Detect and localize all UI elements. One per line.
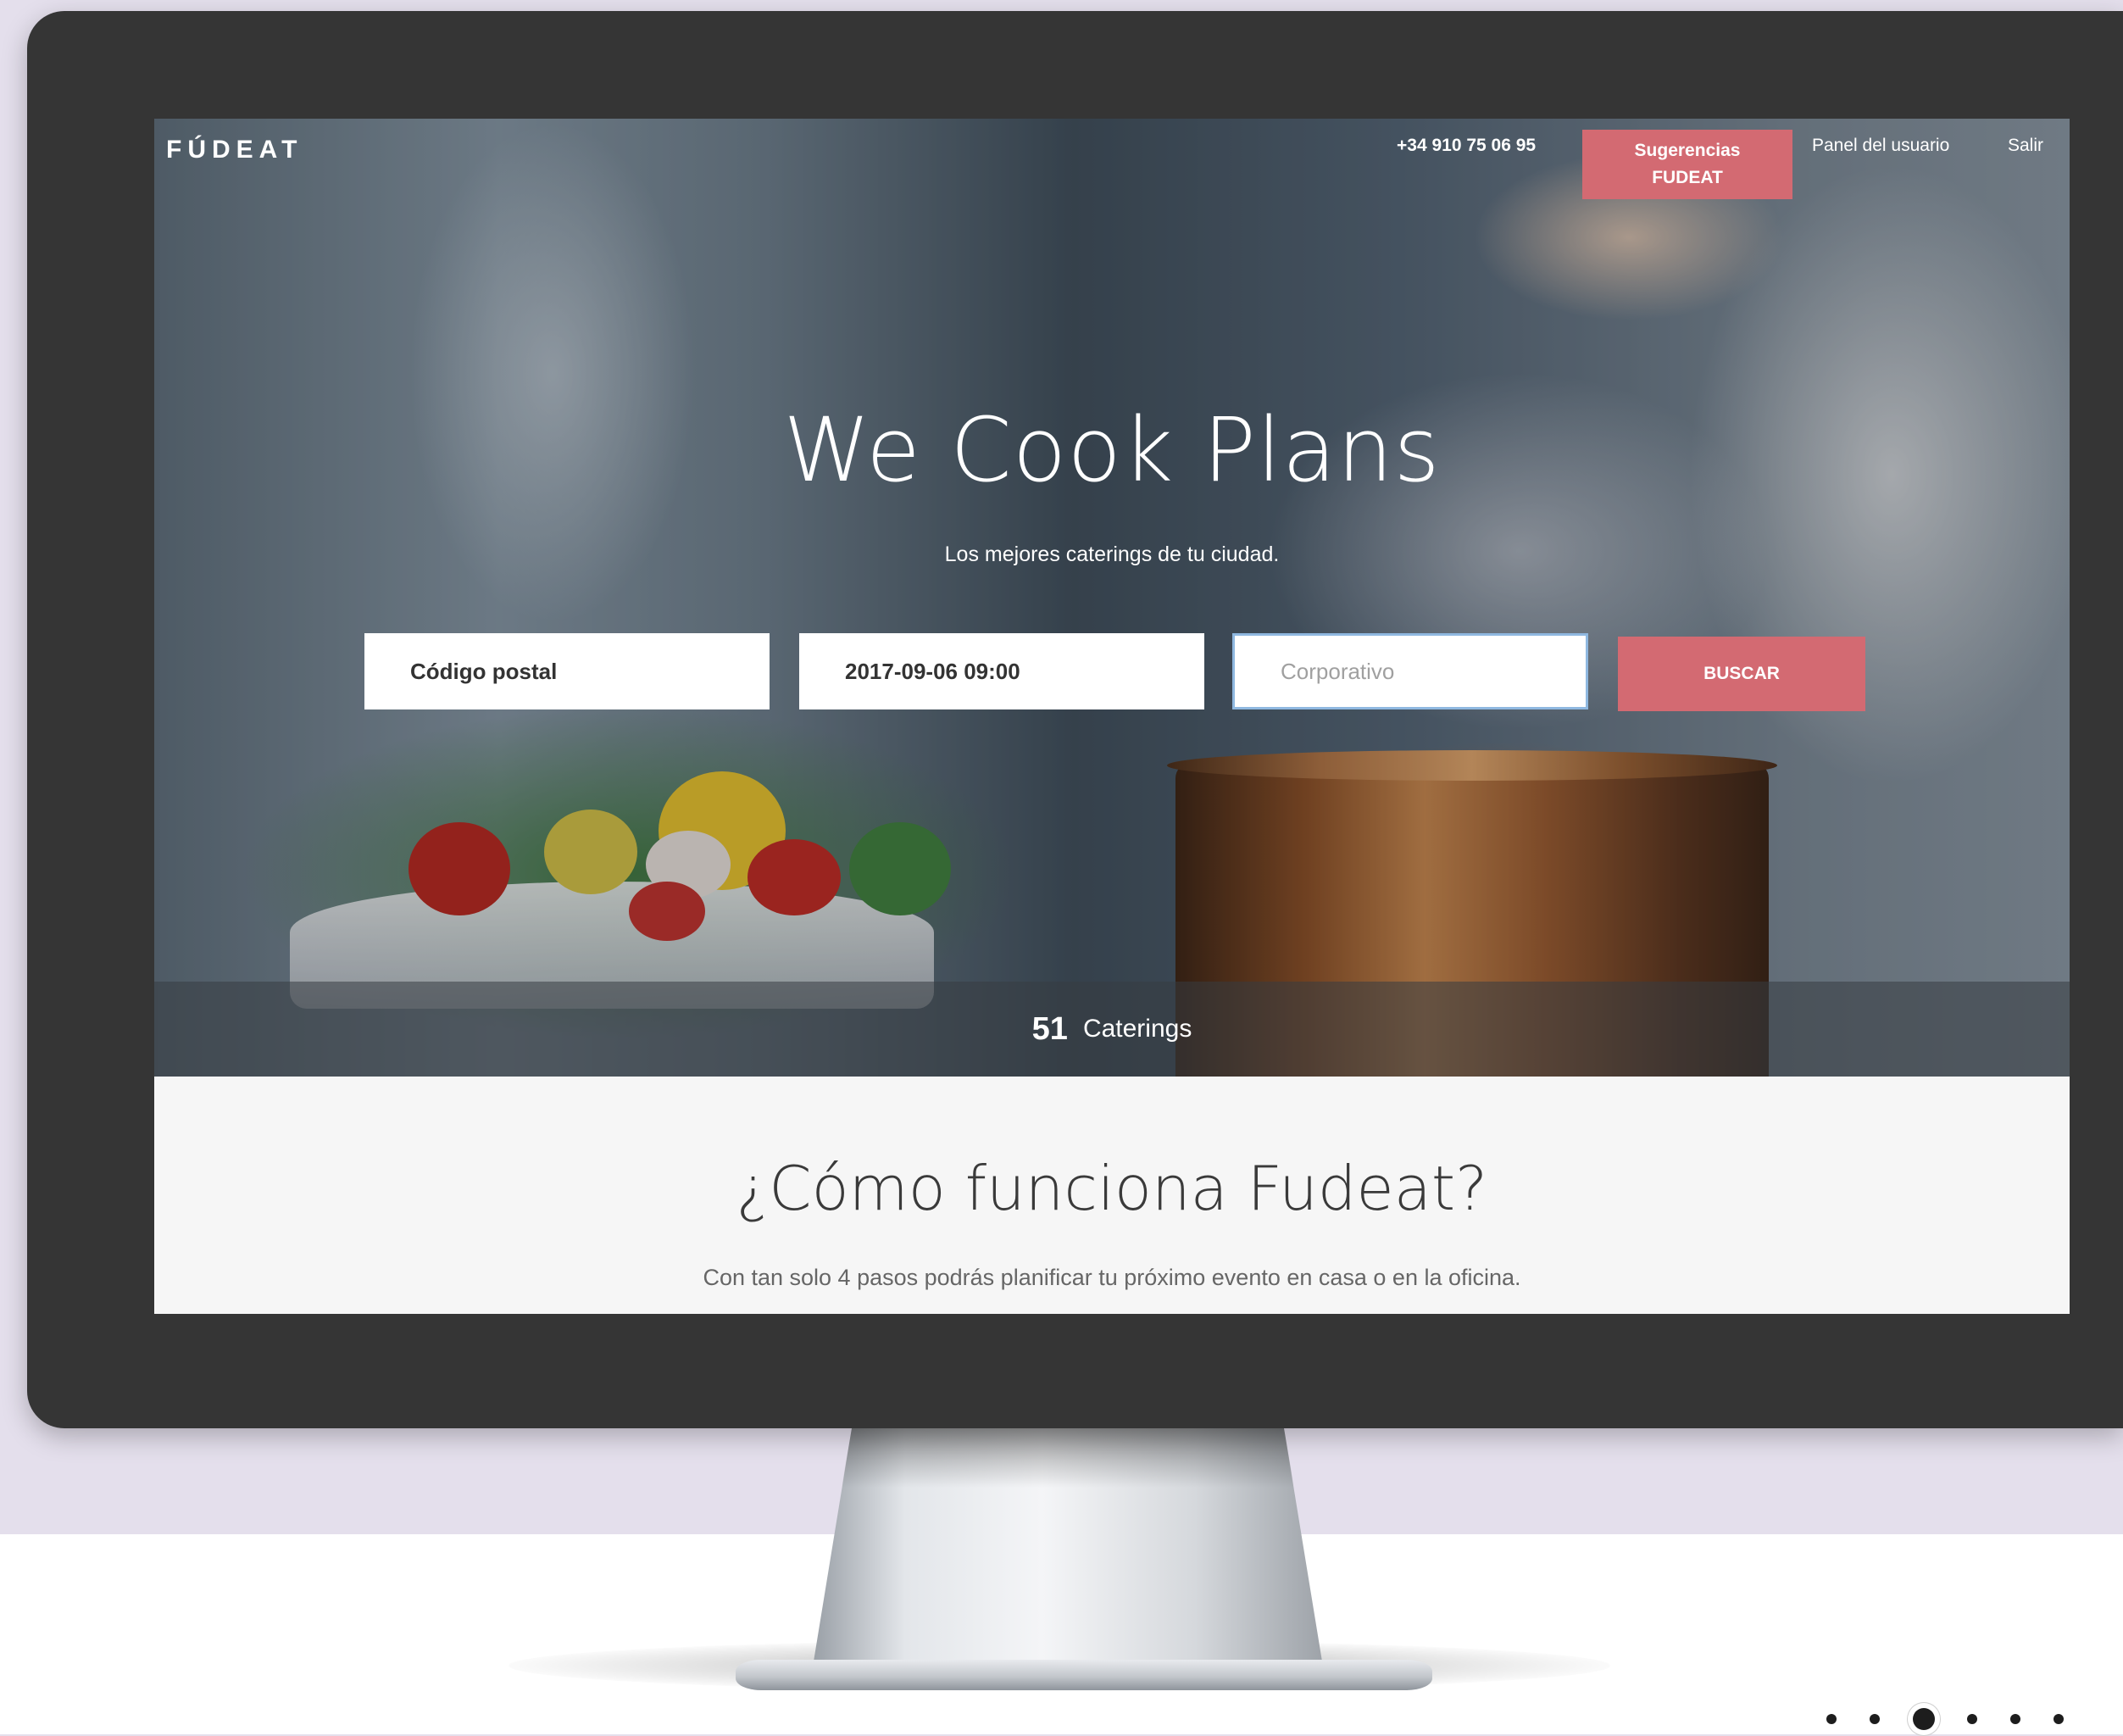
monitor-stand-base <box>736 1660 1432 1690</box>
search-button[interactable]: BUSCAR <box>1618 637 1865 711</box>
carousel-dot[interactable] <box>1967 1714 1978 1724</box>
suggestions-button[interactable]: Sugerencias FUDEAT <box>1582 130 1792 199</box>
carousel-dot[interactable] <box>2010 1714 2021 1724</box>
suggestions-button-label: Sugerencias <box>1634 141 1741 160</box>
website-screen: FÚDEAT +34 910 75 06 95 Sugerencias FUDE… <box>154 119 2070 1314</box>
carousel-dot[interactable] <box>1869 1714 1880 1724</box>
user-panel-link[interactable]: Panel del usuario <box>1812 136 1949 156</box>
hero-section: FÚDEAT +34 910 75 06 95 Sugerencias FUDE… <box>154 119 2070 1077</box>
hero-title: We Cook Plans <box>783 398 1441 502</box>
how-it-works-title: ¿Cómo funciona Fudeat? <box>736 1153 1488 1224</box>
monitor-stand-shade <box>842 1428 1294 1488</box>
hero-overlay <box>154 119 2070 1077</box>
carousel-dot-active[interactable] <box>1912 1708 1935 1730</box>
carousel-dots <box>1826 1702 2064 1736</box>
hero-subtitle: Los mejores caterings de tu ciudad. <box>944 542 1280 566</box>
caterings-count: 51 <box>1031 1010 1068 1047</box>
monitor-frame: FÚDEAT +34 910 75 06 95 Sugerencias FUDE… <box>27 11 2123 1428</box>
suggestions-button-label-brand: FUDEAT <box>1652 168 1723 187</box>
postal-code-input[interactable]: Código postal <box>364 633 770 709</box>
event-type-input[interactable] <box>1232 633 1588 709</box>
caterings-label: Caterings <box>1082 1015 1192 1043</box>
site-logo[interactable]: FÚDEAT <box>166 136 303 164</box>
caterings-count-bar: 51 Caterings <box>154 982 2070 1077</box>
date-input[interactable]: 2017-09-06 09:00 <box>799 633 1204 709</box>
carousel-dot[interactable] <box>1826 1714 1837 1724</box>
phone-link[interactable]: +34 910 75 06 95 <box>1397 136 1536 156</box>
carousel-dot[interactable] <box>2053 1714 2064 1724</box>
logout-link[interactable]: Salir <box>2008 136 2043 156</box>
how-it-works-subtitle: Con tan solo 4 pasos podrás planificar t… <box>703 1265 1521 1290</box>
